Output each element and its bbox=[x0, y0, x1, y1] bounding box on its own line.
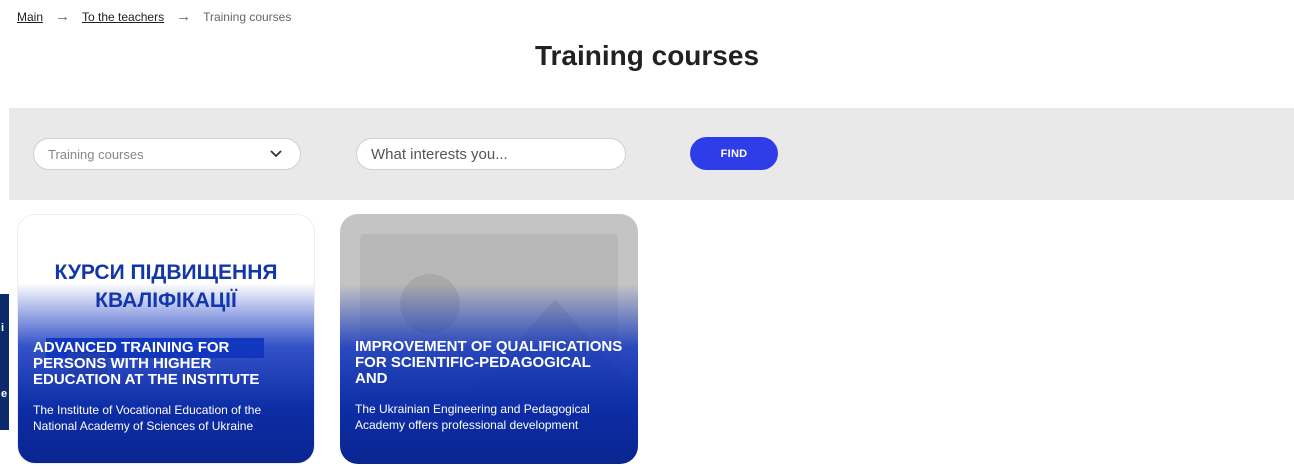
card-title: IMPROVEMENT OF QUALIFICATIONS FOR SCIENT… bbox=[355, 339, 623, 387]
card-description: The Institute of Vocational Education of… bbox=[33, 403, 262, 433]
course-card[interactable]: IMPROVEMENT OF QUALIFICATIONS FOR SCIENT… bbox=[340, 214, 638, 464]
side-tab-letter: e bbox=[1, 388, 8, 400]
search-input[interactable] bbox=[356, 138, 626, 170]
category-select-value: Training courses bbox=[48, 146, 144, 162]
card-title: ADVANCED TRAINING FOR PERSONS WITH HIGHE… bbox=[33, 340, 260, 388]
arrow-right-icon: → bbox=[176, 8, 192, 25]
side-tab[interactable]: i e bbox=[0, 294, 9, 430]
category-select[interactable]: Training courses bbox=[33, 138, 301, 170]
filter-bar: Training courses FIND bbox=[9, 108, 1294, 200]
card-description: The Ukrainian Engineering and Pedagogica… bbox=[355, 402, 590, 432]
page-title: Training courses bbox=[534, 40, 760, 71]
side-tab-letter: i bbox=[1, 322, 5, 334]
find-button[interactable]: FIND bbox=[690, 137, 778, 170]
breadcrumb-link-main[interactable]: Main bbox=[17, 10, 43, 24]
breadcrumb-link-teachers[interactable]: To the teachers bbox=[82, 10, 164, 24]
chevron-down-icon bbox=[268, 146, 284, 162]
breadcrumb-current: Training courses bbox=[203, 10, 292, 24]
arrow-right-icon: → bbox=[55, 8, 71, 25]
breadcrumb: Main → To the teachers → Training course… bbox=[17, 9, 291, 25]
course-card[interactable]: КУРСИ ПІДВИЩЕННЯ КВАЛІФІКАЦІЇ ADVANCED T… bbox=[17, 214, 315, 464]
